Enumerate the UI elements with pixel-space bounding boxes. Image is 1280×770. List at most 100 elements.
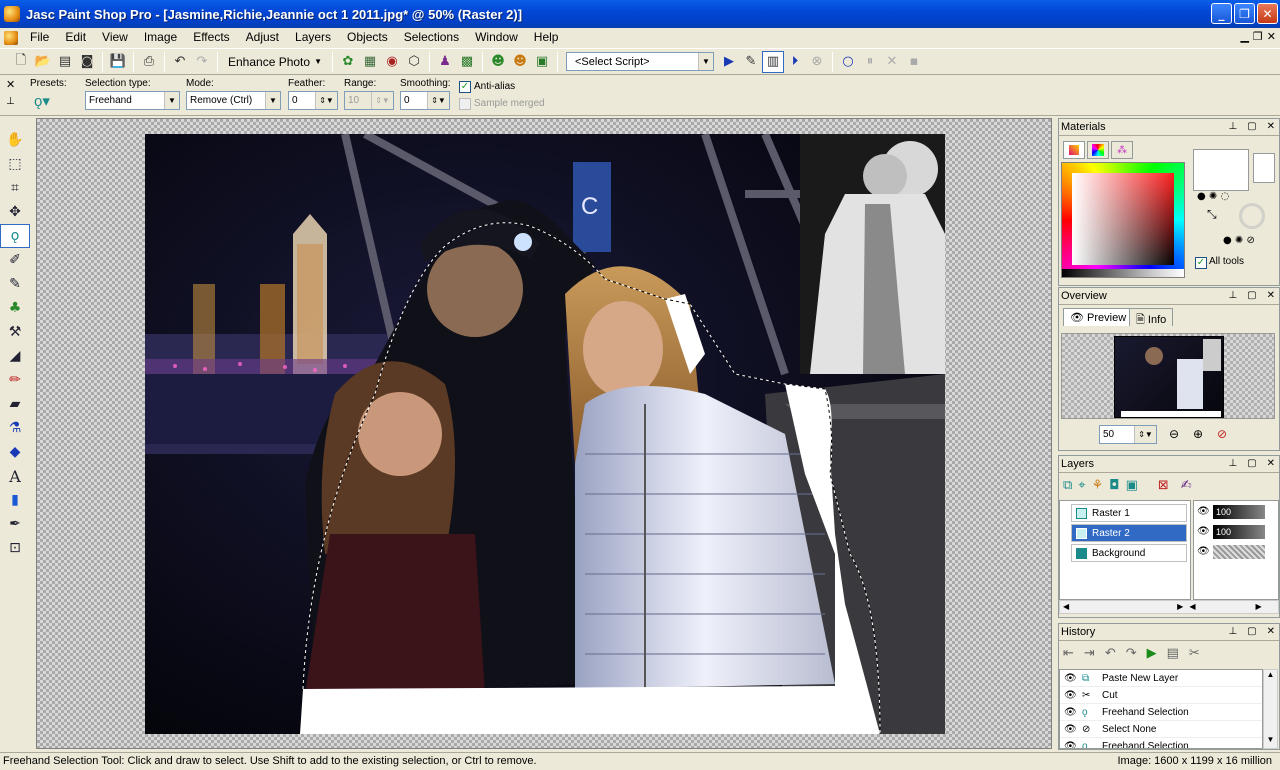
close-icon[interactable]: ✕ [1267,290,1275,301]
portrait-icon[interactable]: ♟ [434,51,456,73]
layer-row-raster-2[interactable]: Raster 2 [1071,524,1187,542]
layer-opacity-raster-2[interactable]: 100 [1213,525,1265,539]
menu-help[interactable]: Help [526,28,567,47]
landscape-icon[interactable]: ▩ [456,51,478,73]
mode-select[interactable]: Remove (Ctrl) ▼ [186,91,281,110]
save-script-icon[interactable]: ▤ [1167,646,1179,661]
pen-tool-icon[interactable]: ✒ [0,512,30,536]
menu-layers[interactable]: Layers [287,28,339,47]
camera-icon[interactable]: ◙ [76,51,98,73]
menu-image[interactable]: Image [136,28,185,47]
freehand-selection-tool-icon[interactable]: ǫ [0,224,30,248]
foreground-swatch[interactable] [1193,149,1249,191]
color-picker[interactable] [1061,162,1185,278]
pin-icon[interactable]: ⊥ [1228,458,1237,469]
scratch-remover-icon[interactable]: ⚒ [0,320,30,344]
red-eye-icon[interactable]: ◉ [381,51,403,73]
tab-info[interactable]: 🗎 Info [1129,308,1174,326]
mdi-close-icon[interactable]: ✕ [1267,30,1276,43]
cancel-record-icon[interactable]: ✕ [881,51,903,73]
pin-icon[interactable]: ⊥ [1228,121,1237,132]
maximize-button[interactable]: ❐ [1234,3,1255,24]
one-step-fix-icon[interactable]: ✿ [337,51,359,73]
frame-tab-icon[interactable] [1063,141,1085,159]
cube-icon[interactable]: ⬡ [403,51,425,73]
redo-history-icon[interactable]: ↷ [1126,646,1137,661]
selection-tool-icon[interactable]: ⬚ [0,152,30,176]
browse-icon[interactable]: ▤ [54,51,76,73]
zoom-in-icon[interactable]: ⊕ [1193,427,1203,441]
background-swatch[interactable] [1253,153,1275,183]
menu-edit[interactable]: Edit [57,28,94,47]
canvas-workspace[interactable]: C [36,118,1052,749]
edit-script-icon[interactable]: ✎ [740,51,762,73]
style-icons-bg[interactable]: ● ✺ ⊘ [1223,235,1255,246]
dodge-brush-icon[interactable]: ◢ [0,344,30,368]
object-selector-icon[interactable]: ⊡ [0,536,30,560]
new-art-media-layer-icon[interactable]: ⚘ [1092,478,1104,493]
lasso-preset-icon[interactable]: ǫ▾ [34,92,50,110]
layer-opacity-raster-1[interactable]: 100 [1213,505,1265,519]
maximize-icon[interactable]: ▢ [1247,458,1256,469]
photo-fix-icon[interactable]: ▦ [359,51,381,73]
menu-view[interactable]: View [94,28,136,47]
layer-visibility-raster-2[interactable]: 👁 [1197,526,1210,537]
redo-selected-icon[interactable]: ⇥ [1084,646,1095,661]
clone-brush-icon[interactable]: ♣ [0,296,30,320]
pan-tool-icon[interactable]: ✋ [0,128,30,152]
new-mask-layer-icon[interactable]: ◘ [1109,478,1119,493]
style-icons[interactable]: ● ✺ ◌ [1197,191,1229,202]
pause-icon[interactable]: ⏸ [859,51,881,73]
smoothing-input[interactable]: 0 ⇕▼ [400,91,450,110]
record-icon[interactable]: ○ [837,51,859,73]
undo-history-icon[interactable]: ↶ [1105,646,1116,661]
selection-type-select[interactable]: Freehand ▼ [85,91,180,110]
document-icon[interactable] [4,30,18,45]
orange-person-icon[interactable]: ☻ [509,51,531,73]
spinner-icon[interactable]: ⇕▼ [315,92,337,109]
menu-selections[interactable]: Selections [396,28,467,47]
menu-file[interactable]: File [22,28,57,47]
pin-icon[interactable]: ⊥ [1228,290,1237,301]
paint-brush-icon[interactable]: ✎ [0,272,30,296]
minimize-button[interactable]: _ [1211,3,1232,24]
history-item[interactable]: 👁 ǫ Freehand Selection [1060,738,1262,748]
maximize-icon[interactable]: ▢ [1247,121,1256,132]
quick-script-icon[interactable]: ▶ [1147,646,1157,661]
crop-tool-icon[interactable]: ⌗ [0,176,30,200]
redo-icon[interactable]: ↷ [191,51,213,73]
airbrush-icon[interactable]: ⚗ [0,416,30,440]
color-replacer-icon[interactable]: ✏ [0,368,30,392]
layer-visibility-raster-1[interactable]: 👁 [1197,506,1210,517]
close-button[interactable]: ✕ [1257,3,1278,24]
history-scrollbar[interactable]: ▲ ▼ [1263,669,1278,749]
undo-selected-icon[interactable]: ⇤ [1063,646,1074,661]
antialias-checkbox[interactable]: ✓ [459,81,471,93]
maximize-icon[interactable]: ▢ [1247,290,1256,301]
photo-canvas[interactable]: C [145,134,945,734]
app-icon[interactable] [4,6,20,22]
spinner-icon[interactable]: ⇕▼ [427,92,449,109]
layer-row-background[interactable]: Background [1071,544,1187,562]
save-icon[interactable]: 💾 [107,51,129,73]
undo-icon[interactable]: ↶ [169,51,191,73]
green-person-icon[interactable]: ☻ [487,51,509,73]
save-record-icon[interactable]: ▪ [903,51,925,73]
script-mode-icon[interactable]: ▥ [762,50,784,73]
pin-icon[interactable]: ⊥ [6,96,15,107]
swap-colors-icon[interactable]: ⤡ [1207,207,1217,222]
history-item[interactable]: 👁 ⧉ Paste New Layer [1060,670,1262,687]
eraser-tool-icon[interactable]: ▰ [0,392,30,416]
overview-preview[interactable] [1061,333,1275,419]
spinner-icon[interactable]: ⇕▼ [1134,426,1156,443]
new-raster-layer-icon[interactable]: ⧉ [1063,478,1072,493]
clear-history-icon[interactable]: ✂ [1189,646,1200,661]
close-palette-icon[interactable]: ✕ [6,78,15,91]
menu-window[interactable]: Window [467,28,526,47]
pin-icon[interactable]: ⊥ [1228,626,1237,637]
menu-objects[interactable]: Objects [339,28,396,47]
swatches-tab-icon[interactable]: ⁂ [1111,141,1133,159]
zoom-out-icon[interactable]: ⊖ [1169,427,1179,441]
layers-horizontal-scrollbar[interactable]: ◀ ▶ ◀ ▶ [1059,600,1279,614]
no-texture-icon[interactable] [1239,203,1265,229]
